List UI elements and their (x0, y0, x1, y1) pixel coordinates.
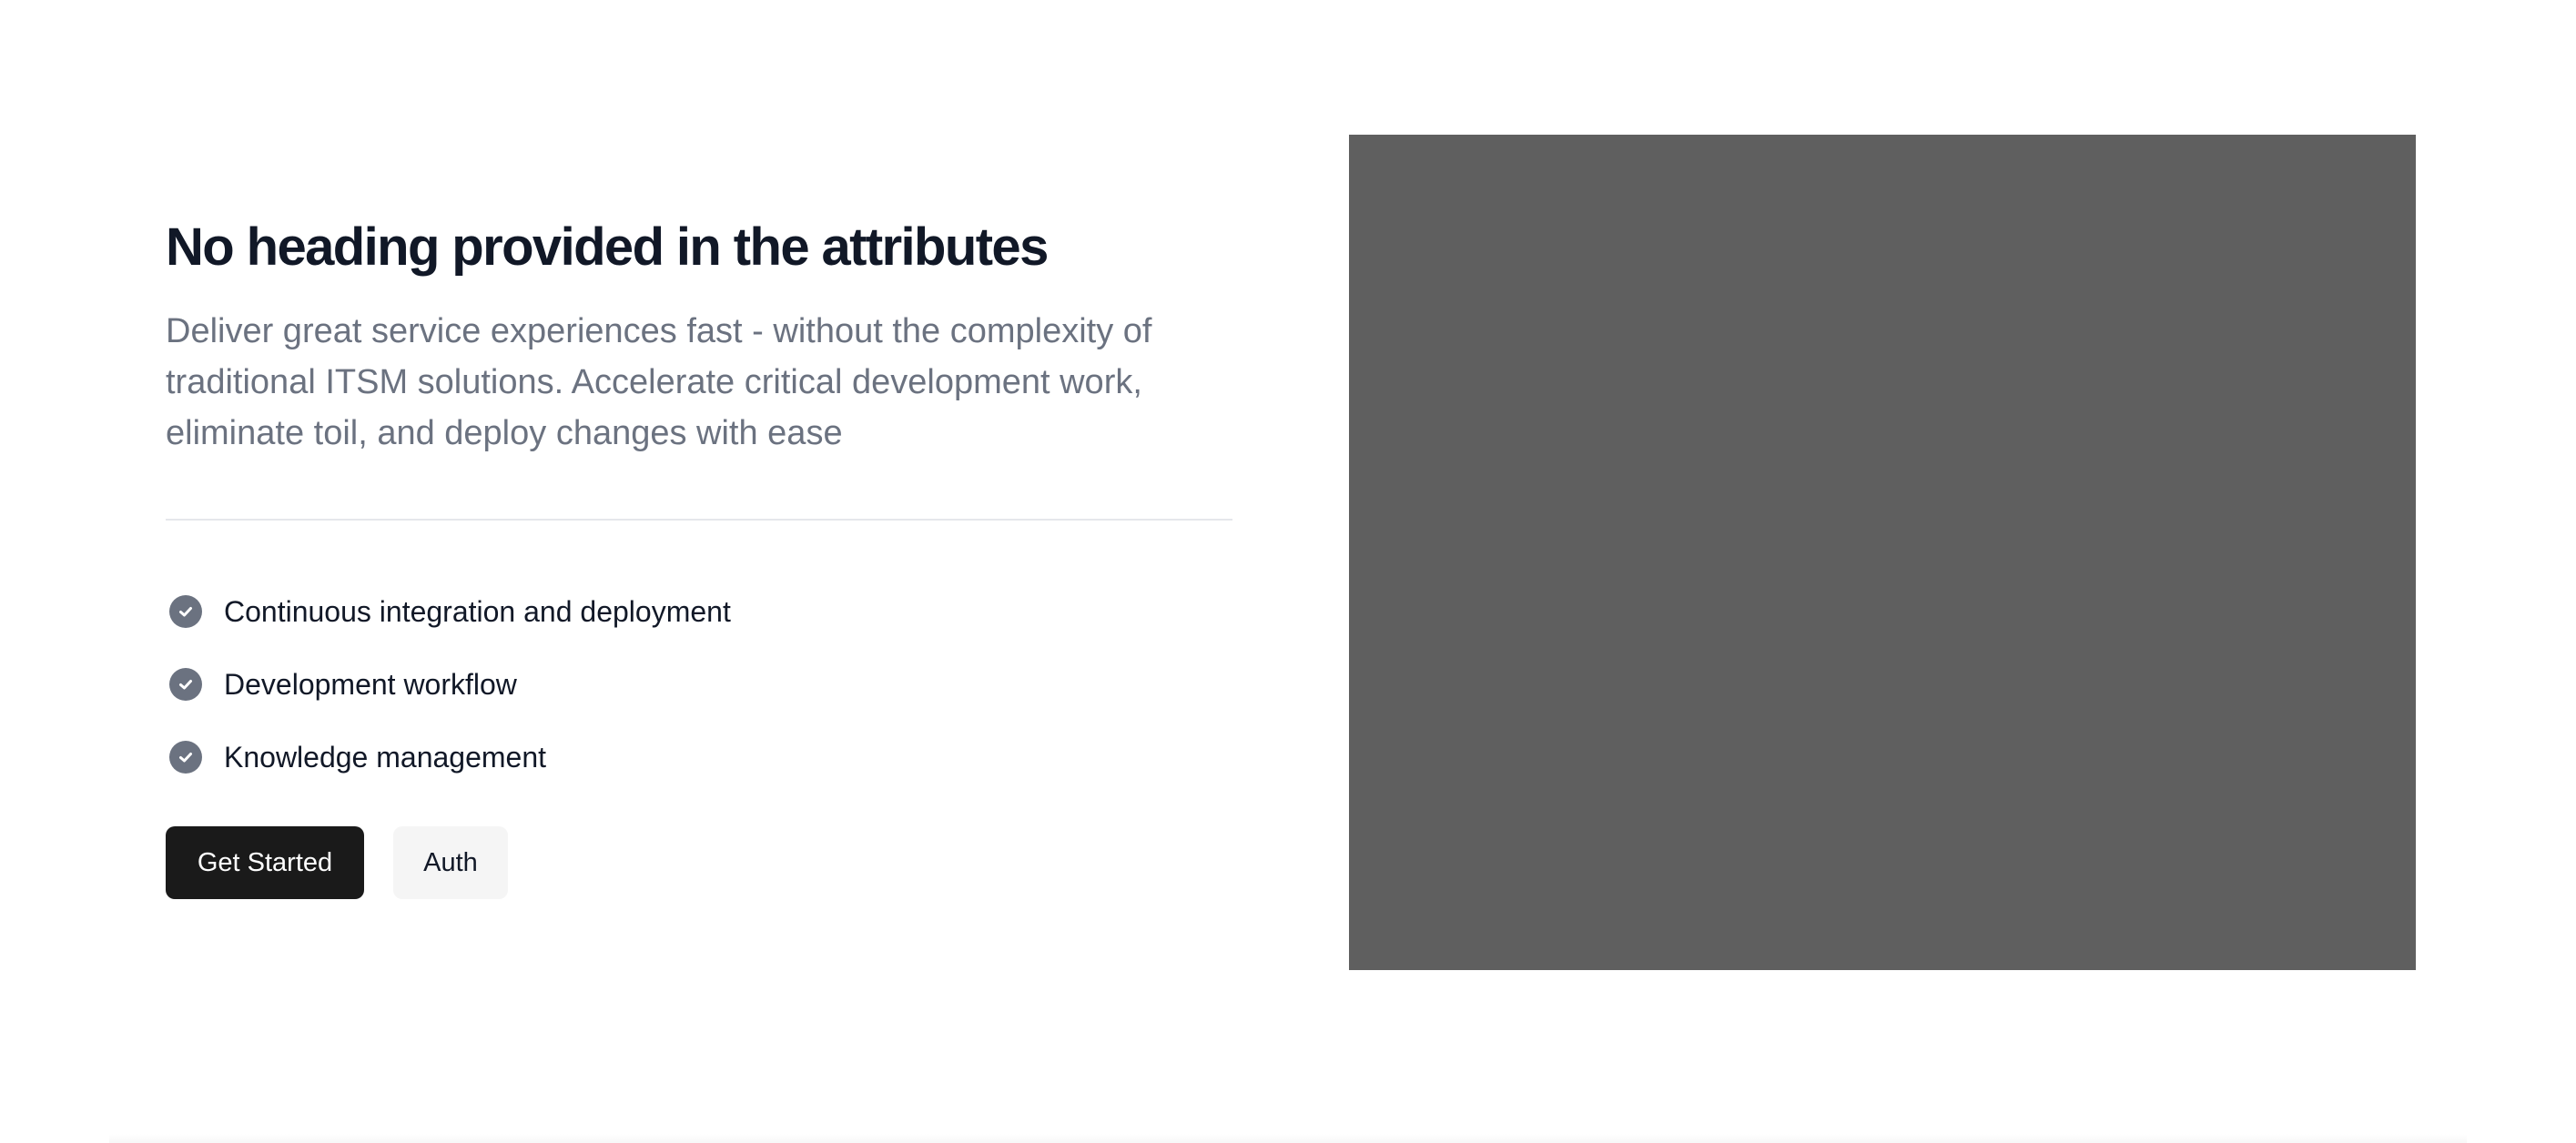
feature-list: Continuous integration and deployment De… (166, 575, 1232, 794)
hero-subtitle: Deliver great service experiences fast -… (166, 312, 1152, 452)
hero-actions: Get Started Auth (166, 826, 1232, 899)
divider (166, 519, 1232, 521)
check-circle-icon (169, 741, 202, 774)
get-started-button[interactable]: Get Started (166, 826, 364, 899)
hero-image-placeholder (1349, 135, 2416, 970)
check-circle-icon (169, 595, 202, 628)
feature-label: Continuous integration and deployment (224, 594, 731, 628)
hero-content: No heading provided in the attributes De… (166, 206, 1232, 899)
feature-item: Knowledge management (166, 721, 1232, 794)
feature-item: Continuous integration and deployment (166, 575, 1232, 648)
section-bottom-shadow (109, 1134, 2467, 1143)
feature-item: Development workflow (166, 648, 1232, 721)
auth-button[interactable]: Auth (393, 826, 508, 899)
feature-label: Knowledge management (224, 740, 547, 774)
hero-section: No heading provided in the attributes De… (0, 0, 2576, 1143)
check-circle-icon (169, 668, 202, 701)
feature-label: Development workflow (224, 667, 517, 701)
hero-heading: No heading provided in the attributes (166, 217, 1049, 277)
